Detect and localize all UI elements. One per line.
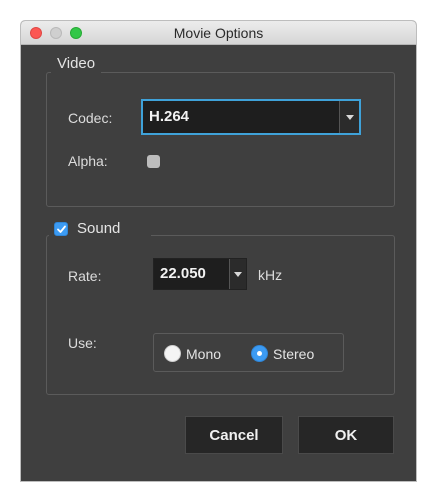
title-bar[interactable]: Movie Options bbox=[21, 21, 416, 45]
rate-label: Rate: bbox=[68, 268, 102, 284]
cancel-button[interactable]: Cancel bbox=[185, 416, 283, 454]
sound-checkbox[interactable] bbox=[54, 222, 68, 236]
ok-button[interactable]: OK bbox=[298, 416, 394, 454]
channel-options-box bbox=[153, 333, 344, 372]
use-label: Use: bbox=[68, 335, 97, 351]
checkmark-icon bbox=[57, 225, 66, 233]
mono-radio-label[interactable]: Mono bbox=[186, 345, 221, 363]
codec-dropdown-arrow[interactable] bbox=[339, 101, 359, 133]
chevron-down-icon bbox=[234, 271, 242, 277]
alpha-checkbox[interactable] bbox=[147, 155, 160, 168]
rate-dropdown-arrow[interactable] bbox=[229, 259, 246, 289]
video-group bbox=[46, 72, 395, 207]
mono-radio[interactable] bbox=[164, 345, 181, 362]
window-title: Movie Options bbox=[173, 25, 264, 41]
stereo-radio[interactable] bbox=[251, 345, 268, 362]
movie-options-dialog: Movie Options Video Codec: H.264 Alpha: … bbox=[20, 20, 417, 482]
codec-value: H.264 bbox=[149, 108, 190, 125]
stereo-radio-label[interactable]: Stereo bbox=[273, 345, 314, 363]
rate-select[interactable]: 22.050 bbox=[153, 258, 247, 290]
codec-label: Codec: bbox=[68, 110, 113, 126]
chevron-down-icon bbox=[345, 114, 354, 120]
codec-select[interactable]: H.264 bbox=[142, 100, 360, 134]
radio-dot bbox=[257, 351, 262, 356]
video-group-label: Video bbox=[51, 55, 102, 73]
rate-unit-label: kHz bbox=[258, 267, 283, 283]
sound-group-label: Sound bbox=[73, 220, 125, 238]
rate-value: 22.050 bbox=[160, 265, 206, 282]
alpha-label: Alpha: bbox=[68, 153, 108, 169]
